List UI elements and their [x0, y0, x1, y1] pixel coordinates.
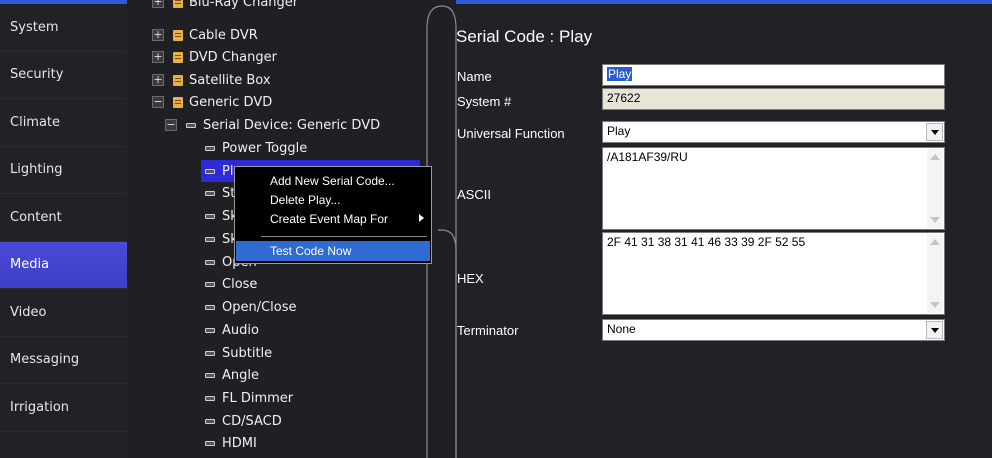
- hex-scrollbar[interactable]: [927, 234, 943, 313]
- tree-item-device[interactable]: + Satellite Box: [152, 69, 271, 91]
- device-icon: [173, 74, 183, 86]
- menu-item-delete[interactable]: Delete Play...: [236, 190, 430, 210]
- chevron-down-icon[interactable]: [926, 321, 943, 339]
- nav-item-video[interactable]: Video: [0, 289, 127, 337]
- serial-code-icon: [205, 395, 215, 401]
- nav-item-security[interactable]: Security: [0, 52, 127, 99]
- scroll-down-icon[interactable]: [930, 217, 940, 223]
- expand-icon[interactable]: +: [152, 51, 164, 63]
- serial-code-icon: [205, 168, 215, 174]
- page-title: Serial Code : Play: [456, 27, 593, 46]
- tree-item-code[interactable]: CD/SACD: [205, 410, 282, 432]
- universal-function-select[interactable]: Play: [602, 121, 945, 143]
- serial-code-icon: [205, 190, 215, 196]
- tree-item-code[interactable]: Open/Close: [205, 296, 297, 318]
- serial-code-icon: [205, 372, 215, 378]
- serial-code-icon: [205, 281, 215, 287]
- menu-item-add-serial-code[interactable]: Add New Serial Code...: [236, 171, 430, 191]
- menu-item-test-code-now[interactable]: Test Code Now: [236, 241, 430, 261]
- chevron-down-icon[interactable]: [926, 123, 943, 141]
- tree-item-code[interactable]: Close: [205, 273, 257, 295]
- ascii-label: ASCII: [457, 187, 491, 202]
- nav-item-irrigation[interactable]: Irrigation: [0, 384, 127, 432]
- terminator-label: Terminator: [457, 323, 519, 338]
- device-icon: [173, 51, 183, 63]
- serial-code-icon: [205, 440, 215, 446]
- name-label: Name: [457, 69, 492, 84]
- serial-icon: [186, 122, 196, 128]
- serial-code-icon: [205, 327, 215, 333]
- expand-icon[interactable]: +: [152, 29, 164, 41]
- serial-code-icon: [205, 213, 215, 219]
- tree-item-serial-device[interactable]: − Serial Device: Generic DVD: [165, 114, 380, 136]
- tree-item-code[interactable]: FL Dimmer: [205, 387, 293, 409]
- tree-item-device[interactable]: + DVD Changer: [152, 46, 277, 68]
- serial-code-icon: [205, 304, 215, 310]
- serial-code-icon: [205, 418, 215, 424]
- tree-item-code[interactable]: Power Toggle: [205, 137, 307, 159]
- tree-item-code[interactable]: HDMI: [205, 432, 257, 454]
- menu-item-create-event-map[interactable]: Create Event Map For: [236, 209, 430, 229]
- collapse-icon[interactable]: −: [152, 96, 164, 108]
- universal-function-label: Universal Function: [457, 126, 565, 141]
- expand-icon[interactable]: +: [152, 0, 164, 8]
- menu-separator: [261, 236, 427, 237]
- category-sidebar: System Security Climate Lighting Content…: [0, 4, 127, 458]
- tree-item-device[interactable]: + Blu-Ray Changer: [152, 0, 298, 13]
- hex-textarea[interactable]: 2F 41 31 38 31 41 46 33 39 2F 52 55: [602, 232, 945, 315]
- nav-item-media[interactable]: Media: [0, 241, 127, 289]
- expand-icon[interactable]: +: [152, 74, 164, 86]
- name-field[interactable]: Play: [602, 64, 945, 86]
- tree-item-code[interactable]: Angle: [205, 364, 259, 386]
- scroll-down-icon[interactable]: [930, 302, 940, 308]
- system-number-label: System #: [457, 94, 512, 109]
- scroll-up-icon[interactable]: [930, 154, 940, 160]
- hex-label: HEX: [457, 271, 484, 286]
- nav-item-messaging[interactable]: Messaging: [0, 337, 127, 384]
- terminator-select[interactable]: None: [602, 319, 945, 341]
- tree-item-device[interactable]: − Generic DVD: [152, 91, 272, 113]
- serial-code-icon: [205, 259, 215, 265]
- collapse-icon[interactable]: −: [165, 119, 177, 131]
- device-icon: [173, 96, 183, 108]
- nav-item-climate[interactable]: Climate: [0, 99, 127, 147]
- nav-item-lighting[interactable]: Lighting: [0, 147, 127, 194]
- scroll-up-icon[interactable]: [930, 239, 940, 245]
- serial-code-icon: [205, 145, 215, 151]
- submenu-arrow-icon: [419, 214, 424, 222]
- ascii-scrollbar[interactable]: [927, 149, 943, 228]
- nav-item-system[interactable]: System: [0, 4, 127, 52]
- tree-item-device[interactable]: + Cable DVR: [152, 24, 258, 46]
- serial-code-icon: [205, 350, 215, 356]
- system-number-field: 27622: [602, 88, 945, 110]
- nav-item-content[interactable]: Content: [0, 194, 127, 242]
- context-menu: Add New Serial Code... Delete Play... Cr…: [234, 166, 432, 264]
- device-icon: [173, 0, 183, 8]
- serial-code-icon: [205, 236, 215, 242]
- ascii-textarea[interactable]: /A181AF39/RU: [602, 147, 945, 230]
- device-icon: [173, 29, 183, 41]
- tree-item-code[interactable]: Subtitle: [205, 342, 272, 364]
- tree-item-code[interactable]: Audio: [205, 319, 259, 341]
